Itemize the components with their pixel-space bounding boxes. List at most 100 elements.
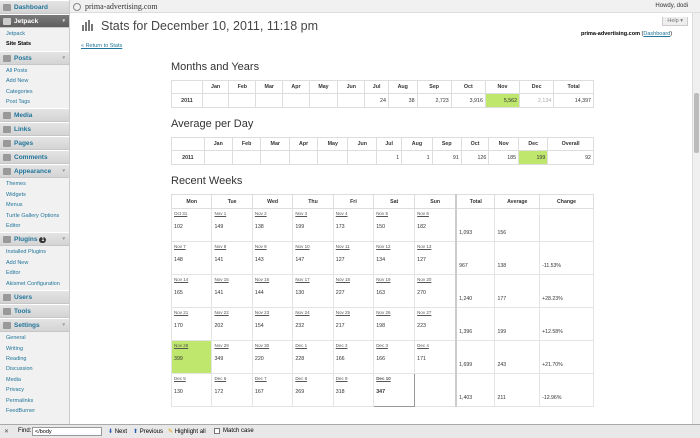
scrollbar-thumb[interactable] <box>694 93 699 153</box>
day-date-link[interactable]: Nov 11 <box>336 243 371 257</box>
day-date-link[interactable]: Nov 3 <box>295 210 330 224</box>
day-date-link[interactable]: Nov 13 <box>417 243 453 257</box>
menu-jetpack[interactable]: Jetpack ▾ <box>0 14 69 28</box>
day-date-link[interactable]: Dec 10 <box>376 375 412 389</box>
site-title[interactable]: prima-advertising.com <box>85 2 158 11</box>
day-date-link[interactable]: Nov 23 <box>255 309 290 323</box>
submenu-add-new-post[interactable]: Add New <box>0 76 69 86</box>
submenu-turtle-gallery[interactable]: Turtle Gallery Options <box>0 211 69 221</box>
submenu-categories[interactable]: Categories <box>0 87 69 97</box>
menu-settings[interactable]: Settings ▾ <box>0 318 69 333</box>
collapse-arrow-icon[interactable]: ▾ <box>62 15 65 28</box>
menu-media[interactable]: Media <box>0 108 69 123</box>
match-case-checkbox[interactable] <box>214 428 220 434</box>
day-date-link[interactable]: Dec 8 <box>295 375 330 389</box>
day-date-link[interactable]: Nov 24 <box>295 309 330 323</box>
find-next-button[interactable]: ⬇ Next <box>108 428 127 435</box>
menu-links[interactable]: Links <box>0 122 69 137</box>
collapse-arrow-icon[interactable]: ▾ <box>62 319 65 332</box>
collapse-arrow-icon[interactable]: ▾ <box>62 233 65 246</box>
day-date-link[interactable]: Nov 14 <box>174 276 209 290</box>
menu-pages[interactable]: Pages <box>0 136 69 151</box>
day-date-link[interactable]: Nov 25 <box>336 309 371 323</box>
collapse-arrow-icon[interactable]: ▾ <box>62 52 65 65</box>
submenu-permalinks[interactable]: Permalinks <box>0 396 69 406</box>
day-date-link[interactable]: Nov 9 <box>255 243 290 257</box>
day-date-link[interactable]: Dec 4 <box>417 342 453 356</box>
wordpress-logo-icon[interactable] <box>73 3 81 11</box>
submenu-media-settings[interactable]: Media <box>0 375 69 385</box>
day-date-link[interactable]: Nov 29 <box>214 342 249 356</box>
day-date-link[interactable]: Dec 6 <box>214 375 249 389</box>
day-date-link[interactable]: Nov 16 <box>255 276 290 290</box>
day-date-link[interactable]: Nov 19 <box>376 276 412 290</box>
menu-tools[interactable]: Tools <box>0 304 69 319</box>
dashboard-link[interactable]: Dashboard <box>643 31 670 37</box>
return-to-stats-link[interactable]: « Return to Stats <box>81 43 122 49</box>
submenu-reading[interactable]: Reading <box>0 354 69 364</box>
submenu-themes[interactable]: Themes <box>0 179 69 189</box>
day-date-link[interactable]: Dec 5 <box>174 375 209 389</box>
day-date-link[interactable]: Nov 22 <box>214 309 249 323</box>
collapse-arrow-icon[interactable]: ▾ <box>62 165 65 178</box>
day-date-link[interactable]: Dec 2 <box>336 342 371 356</box>
day-date-link[interactable]: Nov 7 <box>174 243 209 257</box>
submenu-plugin-editor[interactable]: Editor <box>0 268 69 278</box>
highlight-all-button[interactable]: ✎ Highlight all <box>168 428 206 435</box>
menu-users[interactable]: Users <box>0 290 69 305</box>
find-input[interactable] <box>32 427 102 436</box>
submenu-menus[interactable]: Menus <box>0 200 69 210</box>
help-button[interactable]: Help ▾ <box>662 17 688 26</box>
day-date-link[interactable]: Nov 27 <box>417 309 453 323</box>
submenu-widgets[interactable]: Widgets <box>0 190 69 200</box>
day-date-link[interactable]: Nov 15 <box>214 276 249 290</box>
day-cell: Dec 8 269 <box>292 373 334 407</box>
submenu-all-posts[interactable]: All Posts <box>0 66 69 76</box>
vertical-scrollbar[interactable] <box>692 13 700 424</box>
submenu-general[interactable]: General <box>0 333 69 343</box>
submenu-add-new-plugin[interactable]: Add New <box>0 258 69 268</box>
submenu-feedburner[interactable]: FeedBurner <box>0 406 69 416</box>
day-date-link[interactable]: Nov 6 <box>417 210 453 224</box>
submenu-theme-editor[interactable]: Editor <box>0 221 69 231</box>
day-date-link[interactable]: Nov 17 <box>295 276 330 290</box>
howdy-text[interactable]: Howdy, dodi <box>655 3 688 9</box>
day-date-link[interactable]: Nov 12 <box>376 243 412 257</box>
menu-posts[interactable]: Posts ▾ <box>0 50 69 65</box>
day-date-link[interactable]: Nov 10 <box>295 243 330 257</box>
submenu-akismet[interactable]: Akismet Configuration <box>0 279 69 289</box>
day-date-link[interactable]: Nov 28 <box>174 342 209 356</box>
menu-plugins[interactable]: Plugins 1 ▾ <box>0 232 69 247</box>
submenu-post-tags[interactable]: Post Tags <box>0 97 69 107</box>
submenu-installed-plugins[interactable]: Installed Plugins <box>0 247 69 257</box>
day-date-link[interactable]: Dec 7 <box>255 375 290 389</box>
submenu-privacy[interactable]: Privacy <box>0 385 69 395</box>
howdy-user[interactable]: Howdy, dodi <box>655 3 688 9</box>
average-header-row: Jan Feb Mar Apr May Jun Jul Aug Sep Oct Nov Dec Over… <box>171 137 594 151</box>
find-previous-button[interactable]: ⬆ Previous <box>133 428 163 435</box>
day-date-link[interactable]: Nov 8 <box>214 243 249 257</box>
close-find-icon[interactable]: ✕ <box>4 428 9 435</box>
stat-cell: 14,397 <box>553 93 594 108</box>
day-date-link[interactable]: Nov 20 <box>417 276 453 290</box>
menu-dashboard[interactable]: Dashboard <box>0 0 69 14</box>
day-date-link[interactable]: Oct 31 <box>174 210 209 224</box>
day-cell: Nov 11 127 <box>332 241 375 275</box>
day-date-link[interactable]: Dec 1 <box>295 342 330 356</box>
day-date-link[interactable]: Nov 21 <box>174 309 209 323</box>
submenu-writing[interactable]: Writing <box>0 344 69 354</box>
day-date-link[interactable]: Nov 5 <box>376 210 412 224</box>
day-date-link[interactable]: Nov 1 <box>214 210 249 224</box>
day-date-link[interactable]: Dec 9 <box>336 375 371 389</box>
day-date-link[interactable]: Nov 18 <box>336 276 371 290</box>
menu-appearance[interactable]: Appearance ▾ <box>0 164 69 179</box>
menu-comments[interactable]: Comments <box>0 150 69 165</box>
day-date-link[interactable]: Nov 26 <box>376 309 412 323</box>
submenu-discussion[interactable]: Discussion <box>0 364 69 374</box>
day-date-link[interactable]: Nov 2 <box>255 210 290 224</box>
submenu-jetpack[interactable]: Jetpack <box>0 29 69 39</box>
day-date-link[interactable]: Nov 4 <box>336 210 371 224</box>
day-date-link[interactable]: Dec 3 <box>376 342 412 356</box>
submenu-site-stats[interactable]: Site Stats <box>0 39 69 49</box>
day-date-link[interactable]: Nov 30 <box>255 342 290 356</box>
